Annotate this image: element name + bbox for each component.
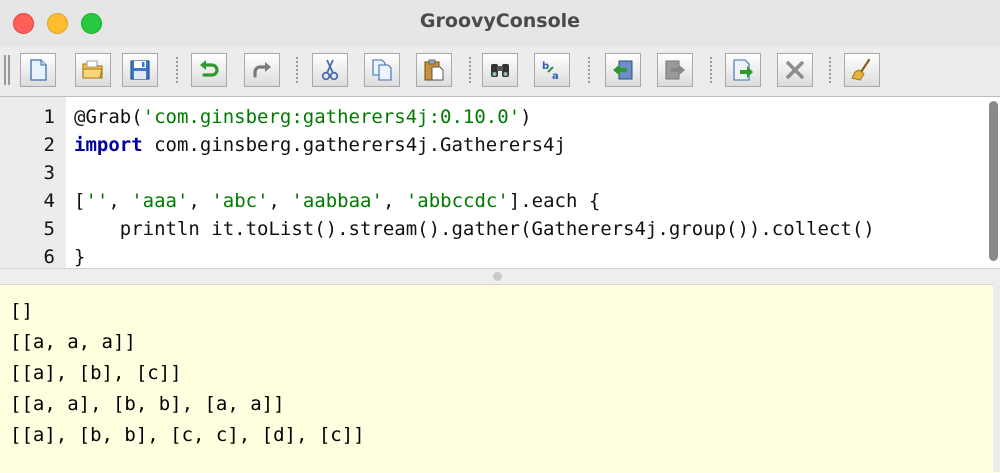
- code-token: ): [520, 106, 532, 128]
- divider-handle[interactable]: [493, 272, 502, 281]
- code-token: }: [74, 246, 86, 268]
- replace-button[interactable]: ba: [534, 53, 570, 87]
- code-line[interactable]: 4 ['', 'aaa', 'abc', 'aabbaa', 'abbccdc']…: [0, 187, 990, 215]
- toolbar-grip[interactable]: [4, 55, 10, 85]
- line-number: 3: [43, 162, 55, 184]
- code-line[interactable]: 5 println it.toList().stream().gather(Ga…: [0, 215, 990, 243]
- save-button[interactable]: [122, 53, 158, 87]
- copy-button[interactable]: [364, 53, 400, 87]
- code-line[interactable]: 1 @Grab('com.ginsberg:gatherers4j:0.10.0'…: [0, 103, 990, 131]
- code-text[interactable]: import com.ginsberg.gatherers4j.Gatherer…: [74, 131, 566, 159]
- split-pane-divider[interactable]: [0, 268, 1000, 285]
- code-token: [: [74, 190, 86, 212]
- code-token: com.ginsberg.gatherers4j.Gatherers4j: [142, 134, 566, 156]
- string-token: 'abc': [211, 190, 269, 212]
- output-line: []: [10, 300, 33, 322]
- cut-button[interactable]: [312, 53, 348, 87]
- copy-pages-icon: [372, 59, 392, 81]
- window-title: GroovyConsole: [419, 10, 581, 32]
- toolbar-separator: [176, 57, 180, 83]
- code-text[interactable]: }: [74, 243, 85, 271]
- history-next-button[interactable]: [657, 53, 693, 87]
- toolbar-separator: [710, 57, 714, 83]
- new-document-icon: [30, 59, 47, 81]
- code-text[interactable]: println it.toList().stream().gather(Gath…: [74, 215, 875, 243]
- code-line[interactable]: 2 import com.ginsberg.gatherers4j.Gathere…: [0, 131, 990, 159]
- undo-arrow-icon: [200, 60, 219, 77]
- groovy-console-window: GroovyConsole b a 1 @Grab('com.ginsberg:…: [0, 0, 1000, 473]
- find-replace-icon: ba: [542, 61, 559, 82]
- string-token: '': [85, 190, 109, 212]
- output-pane-edge: [993, 284, 1000, 472]
- clipboard-icon: [424, 59, 444, 81]
- string-token: 'aabbaa': [291, 190, 383, 212]
- output-pane[interactable]: [] [[a, a, a]] [[a], [b], [c]] [[a, a], [b,…: [0, 284, 1000, 473]
- save-disk-icon: [130, 60, 150, 80]
- toolbar-separator: [296, 57, 300, 83]
- toolbar-separator: [469, 57, 473, 83]
- output-line: [[a, a, a]]: [10, 331, 136, 353]
- undo-button[interactable]: [191, 53, 227, 87]
- code-token: ,: [382, 190, 406, 212]
- string-token: 'com.ginsberg:gatherers4j:0.10.0': [142, 106, 521, 128]
- clear-output-button[interactable]: [844, 53, 880, 87]
- line-number: 5: [43, 218, 55, 240]
- new-file-button[interactable]: [20, 53, 56, 87]
- find-button[interactable]: [482, 53, 518, 87]
- code-token: ].each {: [508, 190, 601, 212]
- code-token: println it.toList().stream().gather(Gath…: [74, 218, 875, 240]
- close-x-icon: [786, 61, 804, 79]
- code-text[interactable]: ['', 'aaa', 'abc', 'aabbaa', 'abbccdc'].…: [74, 187, 600, 215]
- binoculars-icon: [491, 64, 509, 77]
- interrupt-button[interactable]: [777, 53, 813, 87]
- title-bar: GroovyConsole: [0, 0, 1000, 47]
- editor-scrollbar[interactable]: [989, 101, 998, 261]
- output-line: [[a], [b], [c]]: [10, 362, 182, 384]
- history-forward-icon: [665, 60, 685, 80]
- code-editor[interactable]: 1 @Grab('com.ginsberg:gatherers4j:0.10.0'…: [0, 96, 1000, 269]
- toolbar-separator: [829, 57, 833, 83]
- line-number: 6: [43, 246, 55, 268]
- redo-arrow-icon: [253, 62, 271, 78]
- open-folder-icon: [82, 60, 103, 79]
- redo-button[interactable]: [244, 53, 280, 87]
- output-line: [[a], [b, b], [c, c], [d], [c]]: [10, 424, 365, 446]
- paste-button[interactable]: [416, 53, 452, 87]
- toolbar: ba: [0, 49, 1000, 92]
- code-token: ,: [268, 190, 292, 212]
- history-previous-button[interactable]: [605, 53, 641, 87]
- code-text[interactable]: @Grab('com.ginsberg:gatherers4j:0.10.0'): [74, 103, 532, 131]
- line-number: 1: [43, 106, 55, 128]
- broom-icon: [851, 58, 871, 81]
- line-number: 4: [43, 190, 55, 212]
- keyword-token: import: [74, 134, 143, 156]
- output-line: [[a, a], [b, b], [a, a]]: [10, 393, 285, 415]
- run-script-button[interactable]: [725, 53, 761, 87]
- scissors-icon: [321, 59, 339, 81]
- svg-text:a: a: [552, 71, 559, 82]
- code-line[interactable]: 6}: [0, 243, 990, 271]
- history-back-icon: [613, 60, 633, 80]
- line-number: 2: [43, 134, 55, 156]
- code-token: ,: [108, 190, 132, 212]
- svg-text:b: b: [542, 61, 549, 72]
- code-token: @Grab(: [74, 106, 143, 128]
- run-script-icon: [733, 59, 753, 81]
- toolbar-separator: [588, 57, 592, 83]
- code-token: ,: [188, 190, 212, 212]
- code-line[interactable]: 3: [0, 159, 990, 187]
- open-file-button[interactable]: [75, 53, 111, 87]
- string-token: 'aaa': [131, 190, 189, 212]
- string-token: 'abbccdc': [405, 190, 509, 212]
